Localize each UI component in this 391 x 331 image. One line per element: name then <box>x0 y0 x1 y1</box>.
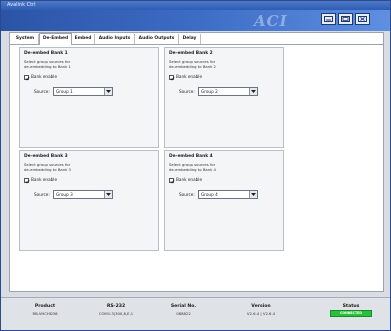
de-embed-bank-3: De-embed Bank 3 Select group sources for… <box>19 150 159 251</box>
dropdown-button[interactable] <box>104 191 112 198</box>
close-icon <box>358 16 367 22</box>
bank-title: De-embed Bank 4 <box>169 154 213 159</box>
source-value: Group 4 <box>201 192 218 197</box>
chevron-down-icon <box>251 90 256 93</box>
source-label: Source: <box>179 89 195 94</box>
bank-enable-label: Bank enable <box>176 74 203 79</box>
checkmark-icon <box>170 76 175 81</box>
tab-bar: System De-Embed Embed Audio Inputs Audio… <box>10 33 383 45</box>
source-select[interactable]: Group 4 <box>198 190 258 199</box>
maximize-button[interactable] <box>338 13 353 25</box>
bank-title: De-embed Bank 3 <box>24 154 68 159</box>
brand-logo: ACI <box>254 12 288 30</box>
product-label: Product <box>34 304 56 309</box>
checkmark-icon <box>25 179 30 184</box>
app-window: Avalink Ctrl ACI System De-Embed Embed A… <box>0 0 391 331</box>
serial-info: Serial No. 088822 <box>156 304 211 316</box>
source-label: Source: <box>34 89 50 94</box>
tab-system[interactable]: System <box>12 34 39 44</box>
title-bar: Avalink Ctrl <box>1 1 390 10</box>
bank-description: Select group sources for de-embedding to… <box>24 59 71 69</box>
checkmark-icon <box>25 76 30 81</box>
version-label: Version <box>251 304 271 309</box>
bank-description: Select group sources for de-embedding to… <box>169 162 216 172</box>
close-button[interactable] <box>355 13 370 25</box>
tab-audio-inputs[interactable]: Audio Inputs <box>95 34 135 44</box>
status-bar: Product RB-VHCHD36 RS-232 COM1:3|300,8,E… <box>1 297 390 330</box>
source-value: Group 1 <box>56 89 73 94</box>
version-value: V2.6.4 | V2.6.4 <box>246 311 276 316</box>
bank-enable-checkbox[interactable] <box>24 75 30 81</box>
minimize-icon <box>324 16 333 22</box>
bank-enable-checkbox[interactable] <box>169 178 175 184</box>
bank-title: De-embed Bank 1 <box>24 51 68 56</box>
source-value: Group 3 <box>56 192 73 197</box>
bank-enable-checkbox[interactable] <box>24 178 30 184</box>
bank-enable-label: Bank enable <box>31 177 58 182</box>
tab-embed[interactable]: Embed <box>72 34 95 44</box>
dropdown-button[interactable] <box>249 191 257 198</box>
chevron-down-icon <box>251 193 256 196</box>
source-select[interactable]: Group 1 <box>53 87 113 96</box>
bank-enable-label: Bank enable <box>31 74 58 79</box>
status-info: Status CONNECTED <box>321 304 381 317</box>
minimize-button[interactable] <box>321 13 336 25</box>
bank-title: De-embed Bank 2 <box>169 51 213 56</box>
source-label: Source: <box>34 192 50 197</box>
serial-label: Serial No. <box>170 304 197 309</box>
tab-de-embed[interactable]: De-Embed <box>39 33 72 45</box>
de-embed-bank-4: De-embed Bank 4 Select group sources for… <box>164 150 284 251</box>
bank-enable-label: Bank enable <box>176 177 203 182</box>
version-info: Version V2.6.4 | V2.6.4 <box>231 304 291 316</box>
rs232-info: RS-232 COM1:3|300,8,E,1 <box>81 304 151 316</box>
source-select[interactable]: Group 2 <box>198 87 258 96</box>
chevron-down-icon <box>106 90 111 93</box>
tab-delay[interactable]: Delay <box>179 34 201 44</box>
bank-description: Select group sources for de-embedding to… <box>169 59 216 69</box>
status-badge: CONNECTED <box>330 310 372 317</box>
product-info: Product RB-VHCHD36 <box>15 304 75 316</box>
product-value: RB-VHCHD36 <box>32 311 58 316</box>
rs232-value: COM1:3|300,8,E,1 <box>98 311 134 316</box>
source-value: Group 2 <box>201 89 218 94</box>
checkmark-icon <box>170 179 175 184</box>
source-select[interactable]: Group 3 <box>53 190 113 199</box>
de-embed-bank-2: De-embed Bank 2 Select group sources for… <box>164 47 284 148</box>
status-label: Status <box>342 304 360 309</box>
bank-description: Select group sources for de-embedding to… <box>24 162 71 172</box>
main-panel: System De-Embed Embed Audio Inputs Audio… <box>9 32 384 292</box>
source-label: Source: <box>179 192 195 197</box>
maximize-icon <box>341 16 350 22</box>
serial-value: 088822 <box>176 311 191 316</box>
dropdown-button[interactable] <box>249 88 257 95</box>
rs232-label: RS-232 <box>106 304 126 309</box>
bank-enable-checkbox[interactable] <box>169 75 175 81</box>
chevron-down-icon <box>106 193 111 196</box>
window-title: Avalink Ctrl <box>7 2 36 8</box>
tab-audio-outputs[interactable]: Audio Outputs <box>135 34 179 44</box>
de-embed-bank-1: De-embed Bank 1 Select group sources for… <box>19 47 159 148</box>
dropdown-button[interactable] <box>104 88 112 95</box>
